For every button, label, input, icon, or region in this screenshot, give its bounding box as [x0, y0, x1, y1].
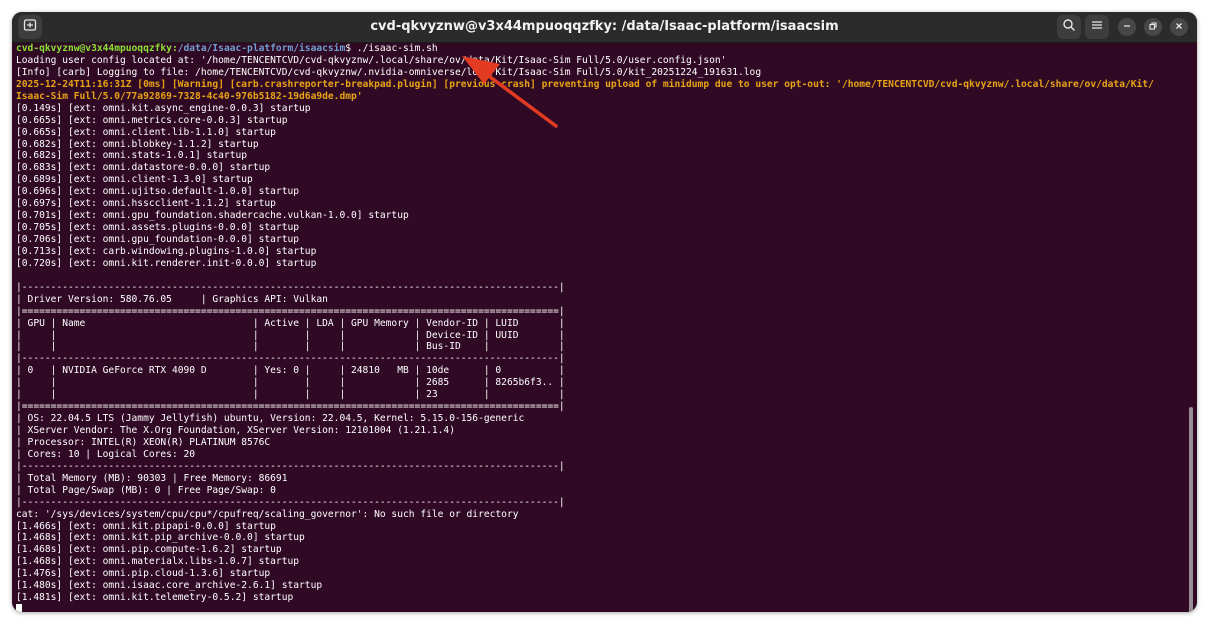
terminal-window: cvd-qkvyznw@v3x44mpuoqqzfky: /data/Isaac… — [12, 12, 1197, 612]
terminal-line: [0.696s] [ext: omni.ujitso.default-1.0.0… — [16, 186, 300, 198]
terminal-line: [0.683s] [ext: omni.datastore-0.0.0] sta… — [16, 162, 271, 174]
terminal-line: cat: '/sys/devices/system/cpu/cpu*/cpufr… — [16, 508, 519, 520]
terminal-line: [0.713s] [ext: carb.windowing.plugins-1.… — [16, 245, 317, 257]
terminal-line: [0.720s] [ext: omni.kit.renderer.init-0.… — [16, 257, 317, 269]
terminal-line: | XServer Vendor: The X.Org Foundation, … — [16, 425, 455, 436]
title-bar[interactable]: cvd-qkvyznw@v3x44mpuoqqzfky: /data/Isaac… — [12, 12, 1197, 43]
terminal-line: [0.705s] [ext: omni.assets.plugins-0.0.0… — [16, 222, 300, 234]
scrollbar[interactable] — [1187, 43, 1193, 612]
terminal-line: | | | | | | Bus-ID | | — [16, 341, 565, 353]
terminal-line: | Processor: INTEL(R) XEON(R) PLATINUM 8… — [16, 436, 271, 448]
prompt-path: /data/Isaac-platform/isaacsim — [177, 43, 346, 54]
terminal-line: | Cores: 10 | Logical Cores: 20 — [16, 448, 196, 460]
close-button[interactable] — [1170, 18, 1188, 36]
close-icon — [1174, 21, 1184, 34]
cursor-line — [16, 604, 1183, 612]
terminal-line: | Driver Version: 580.76.05 | Graphics A… — [16, 293, 328, 305]
terminal-line: | | | | | | 23 | | — [16, 389, 565, 401]
scrollbar-thumb[interactable] — [1189, 407, 1193, 612]
terminal-line: |---------------------------------------… — [16, 353, 565, 365]
terminal-line: |---------------------------------------… — [16, 496, 565, 508]
terminal-line: [0.689s] [ext: omni.client-1.3.0] startu… — [16, 174, 253, 186]
terminal-line: Isaac-Sim Full/5.0/77a92869-7328-4c40-97… — [16, 90, 363, 102]
terminal-line: | 0 | NVIDIA GeForce RTX 4090 D | Yes: 0… — [16, 365, 565, 377]
terminal-output[interactable]: cvd-qkvyznw@v3x44mpuoqqzfky:/data/Isaac-… — [16, 43, 1183, 612]
terminal-line: | GPU | Name | Active | LDA | GPU Memory… — [16, 317, 565, 329]
terminal-line: [1.476s] [ext: omni.pip.cloud-1.3.6] sta… — [16, 568, 271, 580]
terminal-line: | Total Memory (MB): 90303 | Free Memory… — [16, 472, 288, 484]
minimize-icon — [1122, 21, 1132, 34]
terminal-line: [0.697s] [ext: omni.hsscclient-1.1.2] st… — [16, 198, 276, 210]
terminal-line: [1.468s] [ext: omni.pip.compute-1.6.2] s… — [16, 544, 282, 556]
terminal-line: | Total Page/Swap (MB): 0 | Free Page/Sw… — [16, 484, 276, 496]
terminal-line: | | | | | | 2685 | 8265b6f3.. | — [16, 377, 565, 389]
prompt-user-host: cvd-qkvyznw@v3x44mpuoqqzfky — [16, 43, 172, 54]
terminal-line: | OS: 22.04.5 LTS (Jammy Jellyfish) ubun… — [16, 413, 525, 425]
search-icon — [1062, 18, 1076, 36]
terminal-line: [1.466s] [ext: omni.kit.pipapi-0.0.0] st… — [16, 520, 276, 532]
minimize-button[interactable] — [1118, 18, 1136, 36]
terminal-line: [0.665s] [ext: omni.client.lib-1.1.0] st… — [16, 126, 276, 138]
terminal-line: [0.706s] [ext: omni.gpu_foundation-0.0.0… — [16, 234, 300, 245]
terminal-line: 2025-12-24T11:16:31Z [0ms] [Warning] [ca… — [16, 78, 1154, 90]
terminal-line: [0.701s] [ext: omni.gpu_foundation.shade… — [16, 210, 409, 222]
hamburger-menu-icon — [1091, 19, 1103, 35]
terminal-line: |---------------------------------------… — [16, 460, 565, 472]
prompt-command: ./isaac-sim.sh — [351, 43, 438, 54]
prompt-line: cvd-qkvyznw@v3x44mpuoqqzfky:/data/Isaac-… — [16, 43, 438, 54]
maximize-button[interactable] — [1144, 18, 1162, 36]
terminal-line: [0.682s] [ext: omni.stats-1.0.1] startup — [16, 150, 248, 162]
terminal-line: | | | | | | Device-ID | UUID | — [16, 329, 565, 341]
terminal-line: [1.468s] [ext: omni.kit.pip_archive-0.0.… — [16, 532, 305, 544]
terminal-line: [1.468s] [ext: omni.materialx.libs-1.0.7… — [16, 556, 300, 568]
terminal-line: |---------------------------------------… — [16, 281, 565, 293]
terminal-line: [0.682s] [ext: omni.blobkey-1.1.2] start… — [16, 138, 259, 150]
terminal-line: [Info] [carb] Logging to file: /home/TEN… — [16, 66, 762, 78]
maximize-icon — [1148, 21, 1158, 34]
terminal-line: Loading user config located at: '/home/T… — [16, 54, 727, 66]
terminal-line: [0.149s] [ext: omni.kit.async_engine-0.0… — [16, 102, 311, 114]
terminal-line: [1.480s] [ext: omni.isaac.core_archive-2… — [16, 580, 323, 592]
search-button[interactable] — [1057, 15, 1081, 39]
terminal-line: [1.481s] [ext: omni.kit.telemetry-0.5.2]… — [16, 592, 294, 604]
terminal-line: |=======================================… — [16, 305, 565, 317]
text-cursor — [16, 604, 22, 612]
terminal-line: |=======================================… — [16, 401, 565, 413]
terminal-line: [0.665s] [ext: omni.metrics.core-0.0.3] … — [16, 114, 288, 126]
window-title: cvd-qkvyznw@v3x44mpuoqqzfky: /data/Isaac… — [370, 19, 839, 34]
menu-button[interactable] — [1085, 15, 1109, 39]
